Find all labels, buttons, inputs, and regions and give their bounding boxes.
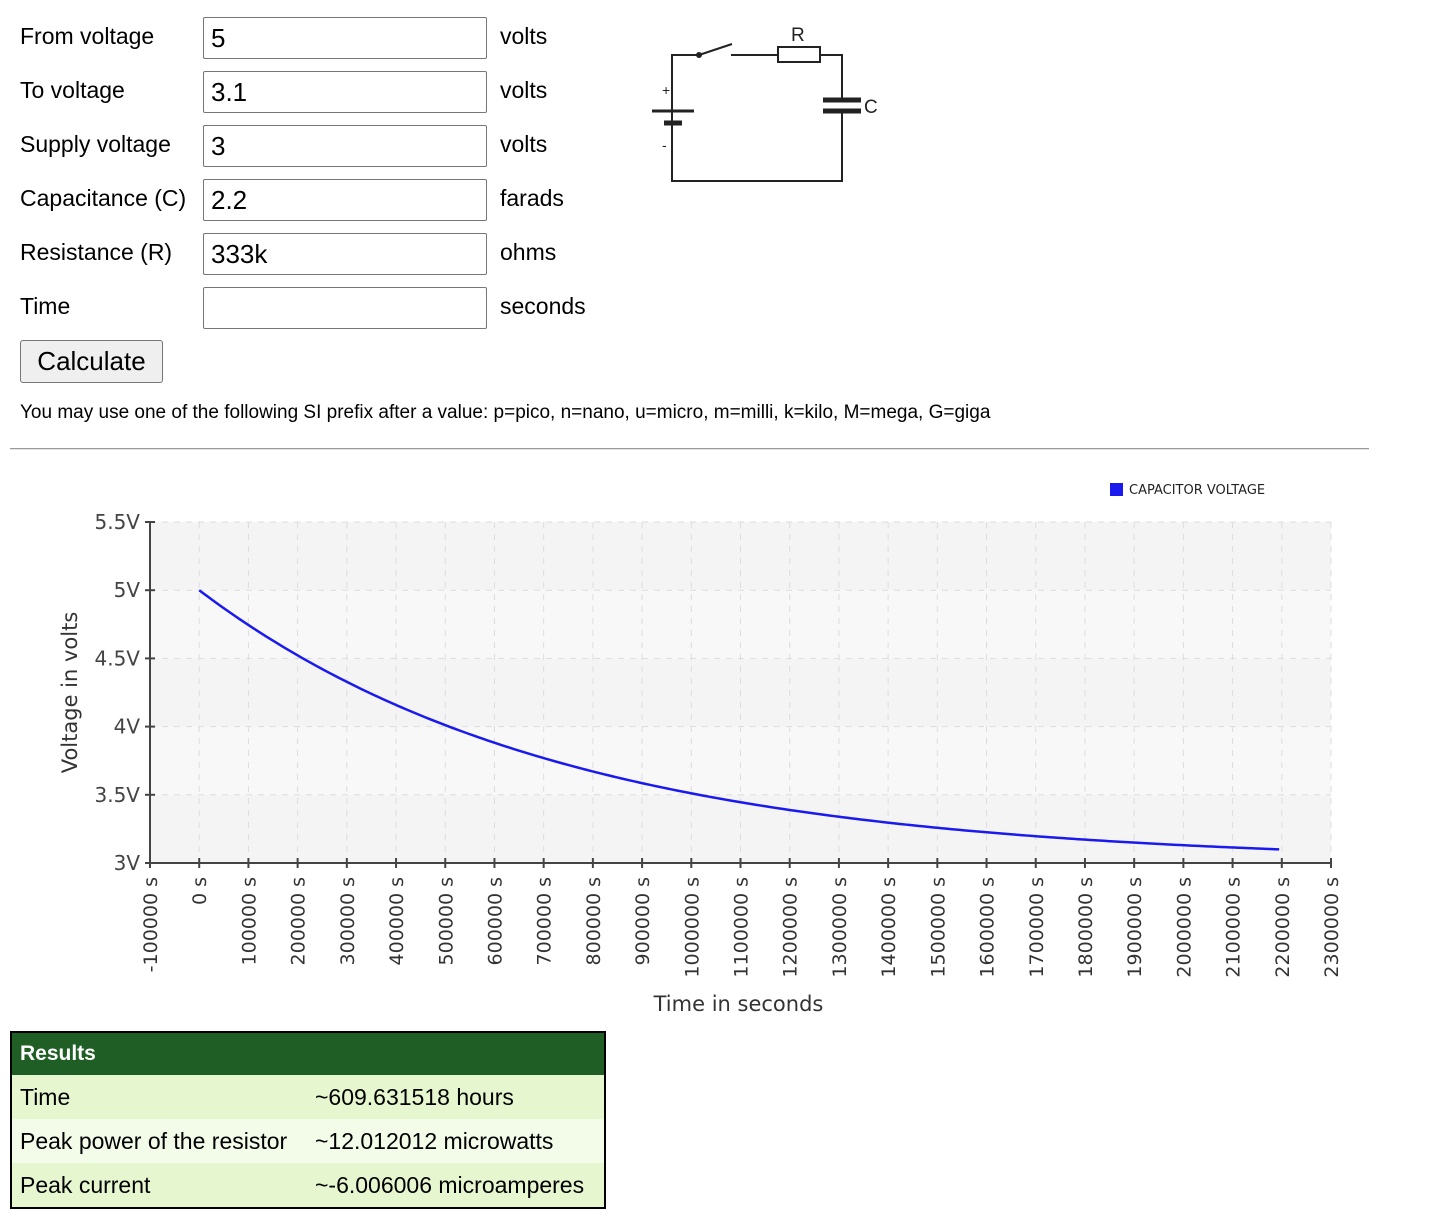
legend-swatch	[1110, 483, 1123, 496]
time-unit: seconds	[500, 293, 586, 319]
results-table: Results Time ~609.631518 hours Peak powe…	[10, 1031, 606, 1209]
x-tick-label: 100000 s	[238, 877, 260, 965]
x-axis-title: Time in seconds	[653, 992, 824, 1016]
capacitor-voltage-chart: 3V 3.5V 4V 4.5V 5V 5.5V -100000 s 0 s 100000 s 2…	[58, 483, 1343, 1016]
plot-band	[150, 794, 1331, 863]
result-label: Time	[11, 1075, 307, 1119]
x-tick-label: 2100000 s	[1223, 877, 1245, 978]
from-voltage-input[interactable]	[203, 17, 487, 59]
battery-plus-label: +	[662, 82, 670, 98]
x-axis-ticks: -100000 s 0 s 100000 s 200000 s 300000 s 4000…	[140, 858, 1343, 978]
switch-icon	[698, 43, 733, 56]
supply-voltage-input[interactable]	[203, 125, 487, 167]
result-value: ~609.631518 hours	[306, 1075, 605, 1119]
y-axis-title: Voltage in volts	[58, 612, 82, 774]
x-tick-label: 1600000 s	[977, 877, 999, 978]
result-row-time: Time ~609.631518 hours	[11, 1075, 605, 1119]
to-voltage-unit: volts	[500, 77, 548, 103]
y-tick-label: 3V	[114, 851, 141, 875]
legend-label: CAPACITOR VOLTAGE	[1129, 483, 1265, 498]
battery-minus-label: -	[662, 137, 667, 153]
x-tick-label: 0 s	[189, 877, 211, 905]
result-label: Peak current	[11, 1163, 307, 1208]
from-voltage-label: From voltage	[20, 23, 155, 49]
rc-circuit-diagram: + - R C	[652, 25, 878, 182]
calculate-button[interactable]: Calculate	[20, 340, 163, 383]
capacitor-label: C	[864, 97, 878, 118]
x-tick-label: 1400000 s	[878, 877, 900, 978]
x-tick-label: 1800000 s	[1075, 877, 1097, 978]
x-tick-label: 900000 s	[632, 877, 654, 965]
x-tick-label: -100000 s	[140, 877, 162, 972]
x-tick-label: 2000000 s	[1173, 877, 1195, 978]
switch-pivot	[696, 52, 702, 58]
y-tick-label: 3.5V	[95, 783, 141, 807]
resistor-icon	[777, 46, 821, 63]
circuit-wire-bottom	[671, 113, 843, 182]
capacitance-label: Capacitance (C)	[20, 185, 187, 211]
x-tick-label: 600000 s	[484, 877, 506, 965]
x-tick-label: 1000000 s	[681, 877, 703, 978]
x-tick-label: 1700000 s	[1026, 877, 1048, 978]
divider	[10, 448, 1369, 450]
x-tick-label: 1500000 s	[927, 877, 949, 978]
x-tick-label: 800000 s	[583, 877, 605, 965]
x-tick-label: 1900000 s	[1124, 877, 1146, 978]
supply-voltage-label: Supply voltage	[20, 131, 171, 157]
resistor-label: R	[791, 25, 805, 46]
circuit-wire-left-top	[671, 54, 699, 110]
results-header: Results	[11, 1032, 605, 1075]
to-voltage-input[interactable]	[203, 71, 487, 113]
resistance-unit: ohms	[500, 239, 557, 265]
resistance-input[interactable]	[203, 233, 487, 275]
y-tick-label: 4V	[114, 715, 141, 739]
y-tick-label: 5.5V	[95, 510, 141, 534]
supply-voltage-unit: volts	[500, 131, 548, 157]
result-value: ~-6.006006 microamperes	[306, 1163, 605, 1208]
x-tick-label: 1300000 s	[829, 877, 851, 978]
y-axis-ticks: 3V 3.5V 4V 4.5V 5V 5.5V	[95, 510, 155, 875]
y-tick-label: 5V	[114, 578, 141, 602]
x-tick-label: 2300000 s	[1321, 877, 1343, 978]
plot-band	[150, 590, 1331, 659]
result-row-peak-current: Peak current ~-6.006006 microamperes	[11, 1163, 605, 1208]
result-row-peak-power: Peak power of the resistor ~12.012012 mi…	[11, 1119, 605, 1163]
capacitance-input[interactable]	[203, 179, 487, 221]
x-tick-label: 700000 s	[534, 877, 556, 965]
time-input[interactable]	[203, 287, 487, 329]
x-tick-label: 300000 s	[337, 877, 359, 965]
from-voltage-unit: volts	[500, 23, 548, 49]
resistance-label: Resistance (R)	[20, 239, 173, 265]
x-tick-label: 1200000 s	[780, 877, 802, 978]
x-tick-label: 200000 s	[288, 877, 310, 965]
to-voltage-label: To voltage	[20, 77, 125, 103]
y-tick-label: 4.5V	[95, 646, 141, 670]
si-prefix-hint: You may use one of the following SI pref…	[20, 402, 991, 423]
plot-band	[150, 726, 1331, 795]
plot-band	[150, 522, 1331, 591]
time-label: Time	[20, 293, 71, 319]
capacitance-unit: farads	[500, 185, 564, 211]
x-tick-label: 400000 s	[386, 877, 408, 965]
circuit-wire-right-top	[820, 54, 843, 100]
results-header-row: Results	[11, 1032, 605, 1075]
result-value: ~12.012012 microwatts	[306, 1119, 605, 1163]
x-tick-label: 2200000 s	[1272, 877, 1294, 978]
x-tick-label: 1100000 s	[731, 877, 753, 978]
result-label: Peak power of the resistor	[11, 1119, 307, 1163]
x-tick-label: 500000 s	[435, 877, 457, 965]
